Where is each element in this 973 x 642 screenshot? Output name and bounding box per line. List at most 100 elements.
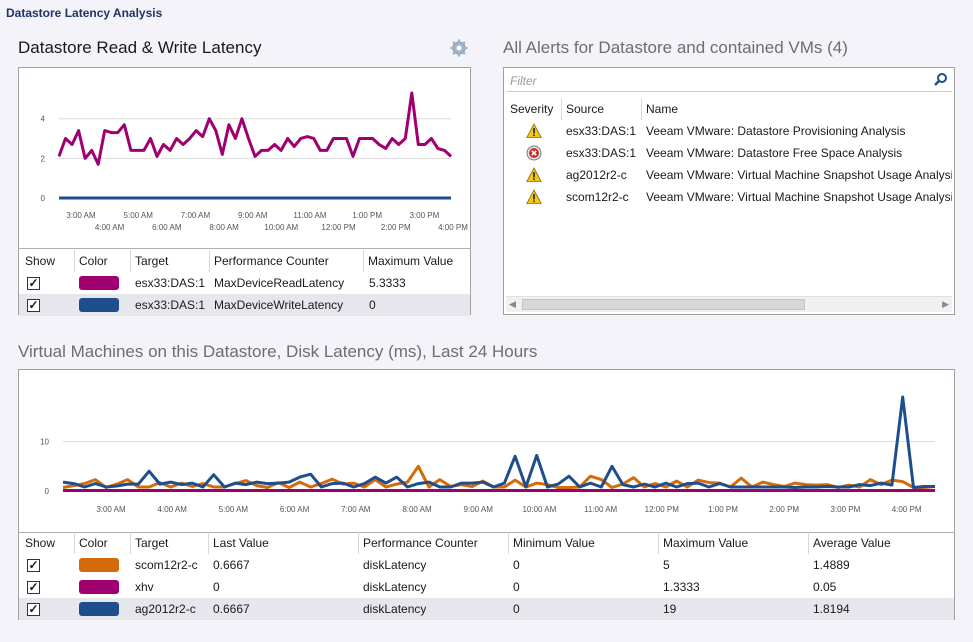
vm-panel-title: Virtual Machines on this Datastore, Disk… — [18, 342, 538, 361]
alert-row[interactable]: esx33:DAS:1 Veeam VMware: Datastore Free … — [506, 142, 952, 164]
alerts-grid-header: Severity Source Name — [506, 98, 952, 120]
col-target[interactable]: Target — [131, 532, 209, 554]
alerts-panel: Filter Severity Source Name esx33:DAS:1 V… — [503, 67, 955, 315]
max-cell: 5 — [663, 558, 670, 572]
error-icon — [526, 145, 542, 161]
latency-grid: Show Color Target Performance Counter Ma… — [19, 250, 470, 316]
show-checkbox[interactable]: ✓ — [27, 277, 40, 290]
series-line — [62, 395, 935, 489]
alert-name-cell: Veeam VMware: Datastore Provisioning Ana… — [646, 124, 906, 138]
table-row[interactable]: ✓ esx33:DAS:1 MaxDeviceWriteLatency 0 — [19, 294, 470, 316]
col-name[interactable]: Name — [642, 98, 952, 120]
x-tick-label: 7:00 AM — [181, 211, 211, 220]
y-tick-label: 10 — [40, 438, 49, 447]
x-tick-label: 8:00 AM — [209, 223, 239, 232]
vm-panel: 0 10 3:00 AM 4:00 AM 5:00 AM 6:00 AM 7:00 AM 8:… — [18, 369, 955, 620]
col-source[interactable]: Source — [562, 98, 642, 120]
col-min[interactable]: Minimum Value — [509, 532, 659, 554]
col-color[interactable]: Color — [75, 250, 131, 272]
x-tick-label: 4:00 AM — [158, 505, 188, 514]
warning-icon — [526, 123, 542, 138]
counter-cell: diskLatency — [363, 558, 427, 572]
vm-grid-header: Show Color Target Last Value Performance… — [19, 532, 954, 554]
scroll-left-icon[interactable]: ◀ — [509, 299, 516, 310]
color-swatch — [79, 602, 119, 616]
avg-cell: 1.4889 — [813, 558, 850, 572]
source-cell: esx33:DAS:1 — [566, 124, 637, 138]
grid-header: Show Color Target Performance Counter Ma… — [19, 250, 470, 272]
x-tick-label: 11:00 AM — [293, 211, 327, 220]
x-tick-label: 12:00 PM — [321, 223, 356, 232]
counter-cell: diskLatency — [363, 580, 427, 594]
col-severity[interactable]: Severity — [506, 98, 562, 120]
x-tick-label: 12:00 PM — [645, 505, 680, 514]
col-target[interactable]: Target — [131, 250, 210, 272]
x-tick-label: 1:00 PM — [352, 211, 382, 220]
filter-input[interactable]: Filter — [506, 70, 952, 92]
x-tick-label: 10:00 AM — [522, 505, 556, 514]
source-cell: ag2012r2-c — [566, 168, 627, 182]
x-tick-label: 8:00 AM — [402, 505, 432, 514]
alert-row[interactable]: esx33:DAS:1 Veeam VMware: Datastore Provi… — [506, 120, 952, 142]
min-cell: 0 — [513, 602, 520, 616]
x-tick-label: 3:00 AM — [66, 211, 96, 220]
col-color[interactable]: Color — [75, 532, 131, 554]
col-show[interactable]: Show — [21, 250, 75, 272]
show-checkbox[interactable]: ✓ — [27, 559, 40, 572]
show-checkbox[interactable]: ✓ — [27, 581, 40, 594]
target-cell: esx33:DAS:1 — [135, 298, 206, 312]
max-cell: 5.3333 — [369, 276, 406, 290]
x-tick-label: 6:00 AM — [280, 505, 310, 514]
color-swatch — [79, 558, 119, 572]
show-checkbox[interactable]: ✓ — [27, 299, 40, 312]
last-cell: 0.6667 — [213, 558, 250, 572]
table-row[interactable]: ✓ esx33:DAS:1 MaxDeviceReadLatency 5.333… — [19, 272, 470, 294]
scroll-right-icon[interactable]: ▶ — [942, 299, 949, 310]
x-tick-label: 4:00 PM — [438, 223, 468, 232]
alerts-panel-title: All Alerts for Datastore and contained V… — [503, 38, 848, 57]
col-counter[interactable]: Performance Counter — [359, 532, 509, 554]
target-cell: ag2012r2-c — [135, 602, 196, 616]
target-cell: xhv — [135, 580, 154, 594]
x-tick-label: 1:00 PM — [708, 505, 738, 514]
last-cell: 0 — [213, 580, 220, 594]
latency-panel: 0 2 4 3:00 AM 5:00 AM 7:00 AM 9:00 AM 11:00 AM 1… — [18, 67, 471, 316]
col-max[interactable]: Maximum Value — [364, 250, 468, 272]
alert-name-cell: Veeam VMware: Datastore Free Space Analy… — [646, 146, 903, 160]
alert-row[interactable]: ag2012r2-c Veeam VMware: Virtual Machine … — [506, 164, 952, 186]
col-last[interactable]: Last Value — [209, 532, 359, 554]
table-row[interactable]: ✓ scom12r2-c 0.6667 diskLatency 0 5 1.4889 — [19, 554, 954, 576]
counter-cell: MaxDeviceWriteLatency — [214, 298, 344, 312]
vm-grid: Show Color Target Last Value Performance… — [19, 532, 954, 620]
x-tick-label: 4:00 AM — [95, 223, 125, 232]
x-tick-label: 10:00 AM — [264, 223, 298, 232]
min-cell: 0 — [513, 580, 520, 594]
page-header: Datastore Latency Analysis — [6, 6, 163, 20]
x-tick-label: 7:00 AM — [341, 505, 371, 514]
col-avg[interactable]: Average Value — [809, 532, 954, 554]
counter-cell: diskLatency — [363, 602, 427, 616]
y-tick-label: 2 — [41, 154, 46, 163]
col-max[interactable]: Maximum Value — [659, 532, 809, 554]
x-tick-label: 5:00 AM — [219, 505, 249, 514]
search-icon[interactable] — [934, 72, 948, 86]
avg-cell: 1.8194 — [813, 602, 850, 616]
alert-row[interactable]: scom12r2-c Veeam VMware: Virtual Machine … — [506, 186, 952, 208]
x-tick-label: 2:00 PM — [381, 223, 411, 232]
show-checkbox[interactable]: ✓ — [27, 603, 40, 616]
x-tick-label: 11:00 AM — [584, 505, 618, 514]
table-row[interactable]: ✓ ag2012r2-c 0.6667 diskLatency 0 19 1.8194 — [19, 598, 954, 620]
table-row[interactable]: ✓ xhv 0 diskLatency 0 1.3333 0.05 — [19, 576, 954, 598]
x-tick-label: 4:00 PM — [892, 505, 922, 514]
gear-icon[interactable] — [450, 39, 468, 57]
x-tick-label: 2:00 PM — [769, 505, 799, 514]
target-cell: esx33:DAS:1 — [135, 276, 206, 290]
max-cell: 19 — [663, 602, 677, 616]
y-tick-label: 4 — [41, 115, 46, 124]
col-counter[interactable]: Performance Counter — [210, 250, 364, 272]
scrollbar-thumb[interactable] — [522, 299, 805, 310]
horizontal-scrollbar[interactable]: ◀ ▶ — [506, 296, 952, 312]
col-show[interactable]: Show — [21, 532, 75, 554]
x-tick-label: 5:00 AM — [124, 211, 154, 220]
x-tick-label: 9:00 AM — [464, 505, 494, 514]
